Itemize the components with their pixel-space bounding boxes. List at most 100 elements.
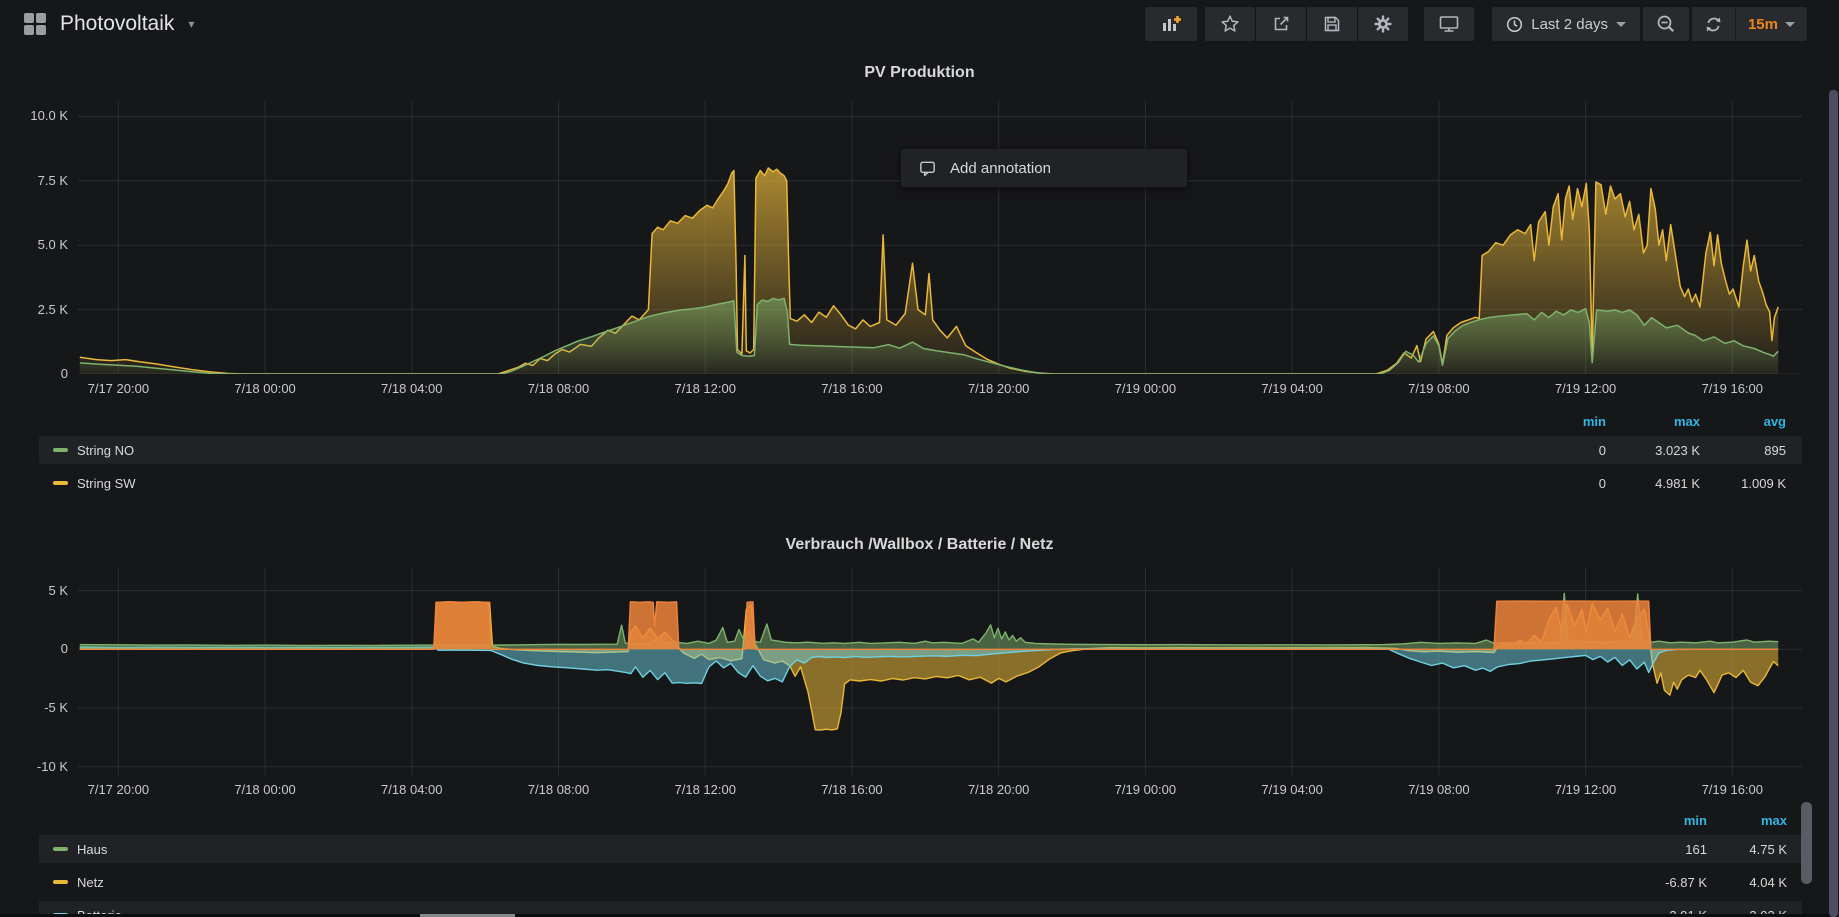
x-axis-tick-label: 7/18 16:00 <box>807 782 897 798</box>
x-axis-tick-label: 7/18 12:00 <box>660 782 750 798</box>
y-axis-tick-label: 0 <box>0 641 68 657</box>
x-axis-tick-label: 7/19 08:00 <box>1394 381 1484 397</box>
panel-title[interactable]: PV Produktion <box>0 48 1839 83</box>
refresh-interval-caret-icon <box>1785 22 1795 27</box>
settings-button[interactable] <box>1358 7 1408 41</box>
series-toggle-netz[interactable]: Netz <box>39 875 1617 890</box>
legend-sort-min[interactable]: min <box>1617 813 1707 828</box>
x-axis-tick-label: 7/18 08:00 <box>514 381 604 397</box>
star-icon <box>1220 14 1240 34</box>
time-range-label: Last 2 days <box>1531 16 1608 33</box>
x-axis-tick-label: 7/19 16:00 <box>1687 782 1777 798</box>
share-icon <box>1271 14 1291 34</box>
series-marker <box>53 880 68 884</box>
refresh-interval-dropdown[interactable]: 15m <box>1736 7 1807 41</box>
x-axis-tick-label: 7/19 00:00 <box>1100 782 1190 798</box>
verbrauch-chart[interactable] <box>78 567 1802 775</box>
x-axis-tick-label: 7/18 08:00 <box>514 782 604 798</box>
series-label: String SW <box>77 476 136 491</box>
zoom-out-icon <box>1656 14 1676 34</box>
y-axis-tick-label: 5.0 K <box>0 237 68 253</box>
series-label: Haus <box>77 842 107 857</box>
x-axis-tick-label: 7/18 20:00 <box>954 782 1044 798</box>
pv-produktion-chart[interactable] <box>78 101 1802 374</box>
chart-area-pv: 02.5 K5.0 K7.5 K10.0 K7/17 20:007/18 00:… <box>0 101 1839 400</box>
dashboard-caret-icon: ▾ <box>188 17 194 31</box>
vertical-scrollbar[interactable] <box>1829 90 1838 917</box>
x-axis-tick-label: 7/19 12:00 <box>1541 782 1631 798</box>
series-toggle-string-sw[interactable]: String SW <box>39 476 1516 491</box>
series-toggle-haus[interactable]: Haus <box>39 842 1617 857</box>
series-min: -6.87 K <box>1617 875 1707 890</box>
legend-row-string-sw: String SW 0 4.981 K 1.009 K <box>39 469 1802 497</box>
x-axis-tick-label: 7/18 04:00 <box>367 782 457 798</box>
x-axis-tick-label: 7/18 16:00 <box>807 381 897 397</box>
panel-verbrauch: Verbrauch /Wallbox / Batterie / Netz 5 K… <box>0 502 1839 917</box>
cycle-view-button[interactable] <box>1424 7 1474 41</box>
legend-row-netz: Netz -6.87 K 4.04 K <box>39 868 1802 896</box>
series-max: 3.023 K <box>1606 443 1700 458</box>
gear-icon <box>1373 14 1393 34</box>
x-axis-tick-label: 7/19 04:00 <box>1247 782 1337 798</box>
time-range-picker[interactable]: Last 2 days <box>1492 7 1640 41</box>
series-marker <box>53 481 68 485</box>
panel-title[interactable]: Verbrauch /Wallbox / Batterie / Netz <box>0 502 1839 555</box>
series-avg: 895 <box>1700 443 1786 458</box>
series-max: 4.981 K <box>1606 476 1700 491</box>
series-min: 0 <box>1516 443 1606 458</box>
add-annotation-menu-item[interactable]: Add annotation <box>901 149 1187 187</box>
legend-row-haus: Haus 161 4.75 K <box>39 835 1802 863</box>
y-axis-tick-label: 10.0 K <box>0 108 68 124</box>
x-axis-tick-label: 7/19 16:00 <box>1687 381 1777 397</box>
series-label: Netz <box>77 875 104 890</box>
add-panel-icon <box>1160 13 1182 35</box>
series-toggle-string-no[interactable]: String NO <box>39 443 1516 458</box>
series-max: 4.04 K <box>1707 875 1787 890</box>
zoom-out-button[interactable] <box>1643 7 1689 41</box>
legend-sort-max[interactable]: max <box>1707 813 1787 828</box>
x-axis-tick-label: 7/18 00:00 <box>220 782 310 798</box>
dashboard-title[interactable]: Photovoltaik <box>60 12 174 36</box>
legend-scrollbar[interactable] <box>1801 802 1812 884</box>
dashboard-picker[interactable]: Photovoltaik ▾ <box>22 11 194 37</box>
clock-icon <box>1506 16 1523 33</box>
dashboard-grid-icon <box>22 11 48 37</box>
monitor-icon <box>1438 14 1460 34</box>
legend-header: min max avg <box>39 412 1802 430</box>
series-min: 161 <box>1617 842 1707 857</box>
refresh-icon <box>1704 15 1723 34</box>
star-button[interactable] <box>1205 7 1255 41</box>
x-axis-tick-label: 7/18 00:00 <box>220 381 310 397</box>
legend-sort-min[interactable]: min <box>1516 414 1606 429</box>
grafana-dashboard: Photovoltaik ▾ <box>0 0 1839 917</box>
series-min: 0 <box>1516 476 1606 491</box>
series-avg: 1.009 K <box>1700 476 1786 491</box>
add-panel-button[interactable] <box>1145 7 1197 41</box>
x-axis-tick-label: 7/17 20:00 <box>73 381 163 397</box>
comment-bubble-icon <box>918 159 937 178</box>
y-axis-tick-label: 7.5 K <box>0 173 68 189</box>
x-axis-tick-label: 7/19 04:00 <box>1247 381 1337 397</box>
y-axis-tick-label: 0 <box>0 366 68 382</box>
share-button[interactable] <box>1256 7 1306 41</box>
toolbar: Last 2 days <box>1145 7 1807 41</box>
legend-sort-max[interactable]: max <box>1606 414 1700 429</box>
refresh-group: 15m <box>1692 7 1807 41</box>
panel-pv-produktion: PV Produktion 02.5 K5.0 K7.5 K10.0 K7/17… <box>0 48 1839 497</box>
refresh-button[interactable] <box>1692 7 1735 41</box>
chart-area-verbrauch: 5 K 0 -5 K -10 K 7/17 20:00 7/18 00:00 7/18 04… <box>0 567 1839 801</box>
time-range-caret-icon <box>1616 22 1626 27</box>
y-axis-tick-label: -5 K <box>0 700 68 716</box>
x-axis-tick-label: 7/18 04:00 <box>367 381 457 397</box>
series-marker <box>53 847 68 851</box>
x-axis-tick-label: 7/17 20:00 <box>73 782 163 798</box>
series-max: 4.75 K <box>1707 842 1787 857</box>
series-label: String NO <box>77 443 134 458</box>
top-nav: Photovoltaik ▾ <box>0 0 1839 48</box>
legend-sort-avg[interactable]: avg <box>1700 414 1786 429</box>
x-axis-tick-label: 7/19 00:00 <box>1100 381 1190 397</box>
y-axis-tick-label: 5 K <box>0 583 68 599</box>
save-button[interactable] <box>1307 7 1357 41</box>
y-axis-tick-label: -10 K <box>0 759 68 775</box>
x-axis-tick-label: 7/18 12:00 <box>660 381 750 397</box>
